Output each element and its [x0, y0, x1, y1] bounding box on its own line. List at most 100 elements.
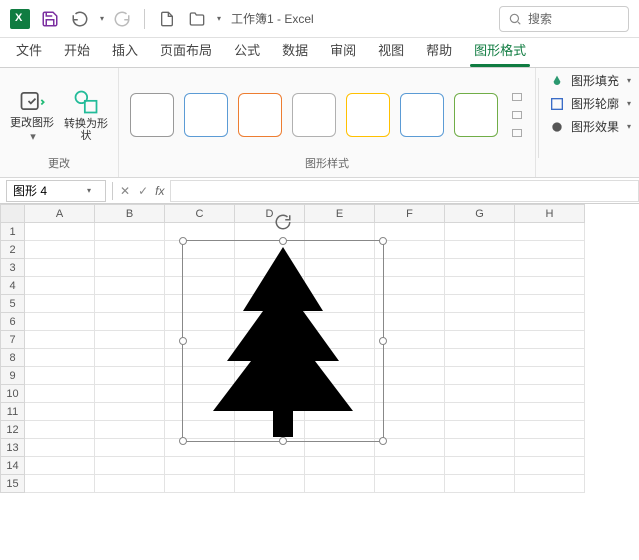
- cell-G10[interactable]: [445, 385, 515, 403]
- redo-button[interactable]: [110, 7, 134, 31]
- cell-H1[interactable]: [515, 223, 585, 241]
- column-header-G[interactable]: G: [445, 205, 515, 223]
- save-button[interactable]: [38, 7, 62, 31]
- cell-G3[interactable]: [445, 259, 515, 277]
- cell-B15[interactable]: [95, 475, 165, 493]
- undo-button[interactable]: [68, 7, 92, 31]
- row-header-15[interactable]: 15: [1, 475, 25, 493]
- cell-H9[interactable]: [515, 367, 585, 385]
- cell-B3[interactable]: [95, 259, 165, 277]
- tab-数据[interactable]: 数据: [280, 36, 310, 67]
- cell-A7[interactable]: [25, 331, 95, 349]
- column-header-E[interactable]: E: [305, 205, 375, 223]
- cell-A8[interactable]: [25, 349, 95, 367]
- cell-H10[interactable]: [515, 385, 585, 403]
- tab-帮助[interactable]: 帮助: [424, 36, 454, 67]
- cell-G14[interactable]: [445, 457, 515, 475]
- row-header-14[interactable]: 14: [1, 457, 25, 475]
- style-preset-2[interactable]: [184, 93, 228, 137]
- select-all-corner[interactable]: [1, 205, 25, 223]
- cell-F8[interactable]: [375, 349, 445, 367]
- confirm-formula-button[interactable]: ✓: [135, 184, 151, 198]
- qat-customize[interactable]: ▾: [217, 14, 221, 23]
- worksheet-grid[interactable]: ABCDEFGH 123456789101112131415: [0, 204, 639, 493]
- cell-G13[interactable]: [445, 439, 515, 457]
- selected-shape-tree[interactable]: [182, 240, 384, 442]
- row-header-3[interactable]: 3: [1, 259, 25, 277]
- cell-B7[interactable]: [95, 331, 165, 349]
- excel-logo[interactable]: [8, 7, 32, 31]
- resize-handle-tl[interactable]: [179, 237, 187, 245]
- row-header-2[interactable]: 2: [1, 241, 25, 259]
- cell-E15[interactable]: [305, 475, 375, 493]
- cell-A11[interactable]: [25, 403, 95, 421]
- row-header-8[interactable]: 8: [1, 349, 25, 367]
- tab-视图[interactable]: 视图: [376, 36, 406, 67]
- cell-H4[interactable]: [515, 277, 585, 295]
- cell-B10[interactable]: [95, 385, 165, 403]
- cell-H3[interactable]: [515, 259, 585, 277]
- row-header-10[interactable]: 10: [1, 385, 25, 403]
- cell-F5[interactable]: [375, 295, 445, 313]
- cell-A12[interactable]: [25, 421, 95, 439]
- cell-D1[interactable]: [235, 223, 305, 241]
- shape-fill-button[interactable]: 图形填充 ▾: [549, 72, 631, 89]
- column-header-A[interactable]: A: [25, 205, 95, 223]
- cell-B1[interactable]: [95, 223, 165, 241]
- cell-B4[interactable]: [95, 277, 165, 295]
- column-header-C[interactable]: C: [165, 205, 235, 223]
- cell-F10[interactable]: [375, 385, 445, 403]
- cell-B2[interactable]: [95, 241, 165, 259]
- row-header-12[interactable]: 12: [1, 421, 25, 439]
- style-preset-5[interactable]: [346, 93, 390, 137]
- style-preset-7[interactable]: [454, 93, 498, 137]
- resize-handle-tr[interactable]: [379, 237, 387, 245]
- cell-B5[interactable]: [95, 295, 165, 313]
- cell-H13[interactable]: [515, 439, 585, 457]
- cell-A1[interactable]: [25, 223, 95, 241]
- cell-A6[interactable]: [25, 313, 95, 331]
- cell-H7[interactable]: [515, 331, 585, 349]
- cell-H12[interactable]: [515, 421, 585, 439]
- name-box[interactable]: ▾: [6, 180, 106, 202]
- cell-D15[interactable]: [235, 475, 305, 493]
- cell-H5[interactable]: [515, 295, 585, 313]
- tab-插入[interactable]: 插入: [110, 36, 140, 67]
- row-header-1[interactable]: 1: [1, 223, 25, 241]
- cell-F11[interactable]: [375, 403, 445, 421]
- open-file-button[interactable]: [185, 7, 209, 31]
- cell-A4[interactable]: [25, 277, 95, 295]
- cancel-formula-button[interactable]: ✕: [117, 184, 133, 198]
- style-preset-3[interactable]: [238, 93, 282, 137]
- cell-G7[interactable]: [445, 331, 515, 349]
- cell-C14[interactable]: [165, 457, 235, 475]
- shape-effects-button[interactable]: 图形效果 ▾: [549, 118, 631, 135]
- rotate-handle[interactable]: [274, 213, 292, 231]
- row-header-11[interactable]: 11: [1, 403, 25, 421]
- style-preset-1[interactable]: [130, 93, 174, 137]
- cell-H11[interactable]: [515, 403, 585, 421]
- cell-A13[interactable]: [25, 439, 95, 457]
- cell-G1[interactable]: [445, 223, 515, 241]
- cell-A10[interactable]: [25, 385, 95, 403]
- name-box-input[interactable]: [7, 184, 87, 198]
- column-header-B[interactable]: B: [95, 205, 165, 223]
- cell-G8[interactable]: [445, 349, 515, 367]
- cell-B6[interactable]: [95, 313, 165, 331]
- cell-F12[interactable]: [375, 421, 445, 439]
- column-header-H[interactable]: H: [515, 205, 585, 223]
- cell-G11[interactable]: [445, 403, 515, 421]
- style-gallery-expand[interactable]: [510, 93, 524, 137]
- cell-E1[interactable]: [305, 223, 375, 241]
- cell-F9[interactable]: [375, 367, 445, 385]
- formula-input[interactable]: [170, 180, 639, 202]
- cell-G4[interactable]: [445, 277, 515, 295]
- cell-B11[interactable]: [95, 403, 165, 421]
- new-file-button[interactable]: [155, 7, 179, 31]
- cell-G6[interactable]: [445, 313, 515, 331]
- cell-A9[interactable]: [25, 367, 95, 385]
- name-box-dropdown[interactable]: ▾: [87, 186, 91, 195]
- row-header-5[interactable]: 5: [1, 295, 25, 313]
- row-header-7[interactable]: 7: [1, 331, 25, 349]
- cell-G15[interactable]: [445, 475, 515, 493]
